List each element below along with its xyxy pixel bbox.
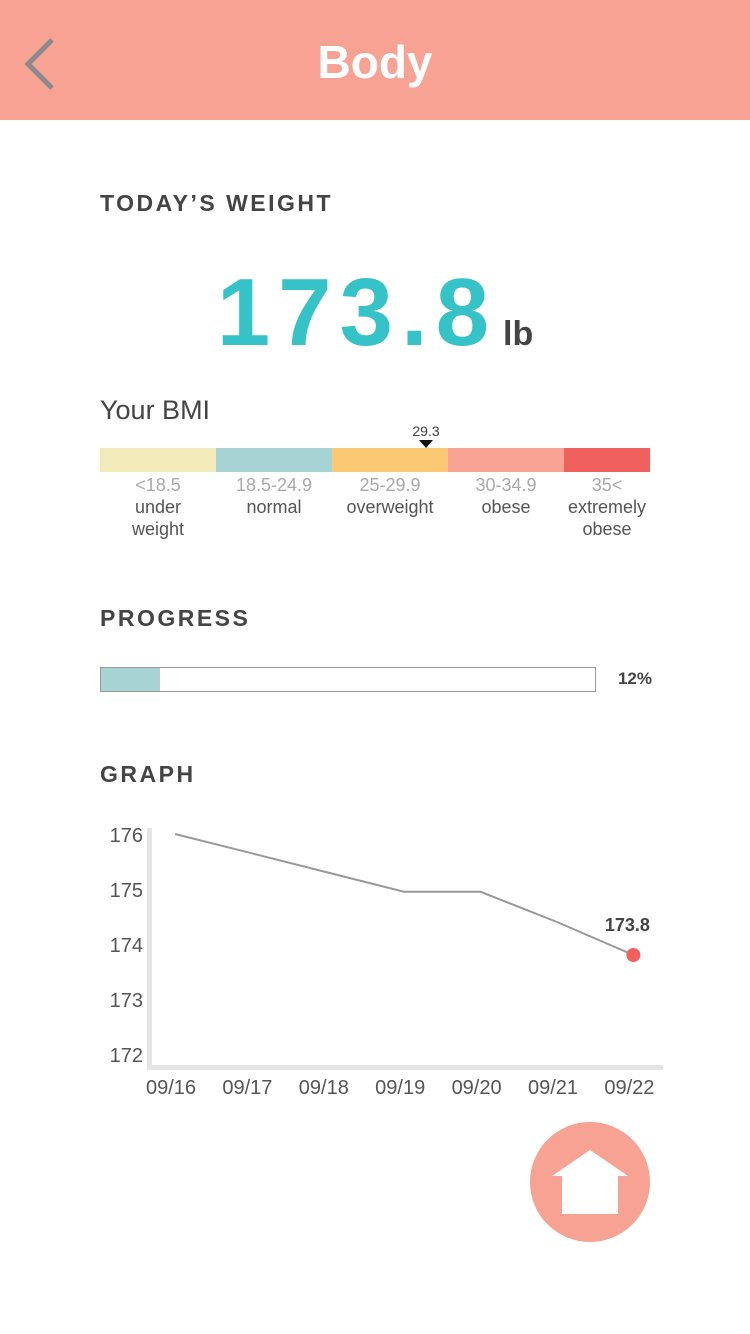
y-tick-label: 176: [110, 825, 143, 847]
y-tick-label: 173: [110, 990, 143, 1012]
home-button[interactable]: [530, 1122, 650, 1242]
x-tick-label: 09/19: [375, 1077, 425, 1099]
x-tick-label: 09/21: [528, 1077, 578, 1099]
y-axis: [147, 828, 152, 1070]
home-icon: [552, 1150, 628, 1214]
y-tick-label: 172: [110, 1045, 143, 1067]
x-tick-label: 09/22: [604, 1077, 654, 1099]
latest-weight-point: [626, 948, 641, 962]
weight-line-chart: 176 175 174 173 17209/16 09/17 09/18 09/19 09/20…: [110, 825, 663, 1099]
x-tick-label: 09/17: [222, 1077, 272, 1099]
x-tick-label: 09/16: [146, 1077, 196, 1099]
x-tick-label: 09/20: [452, 1077, 502, 1099]
weight-series-line: [174, 833, 634, 956]
x-tick-label: 09/18: [299, 1077, 349, 1099]
latest-weight-label: 173.8: [605, 915, 650, 935]
y-tick-label: 175: [110, 880, 143, 902]
y-tick-label: 174: [110, 935, 143, 957]
x-axis: [147, 1065, 663, 1070]
